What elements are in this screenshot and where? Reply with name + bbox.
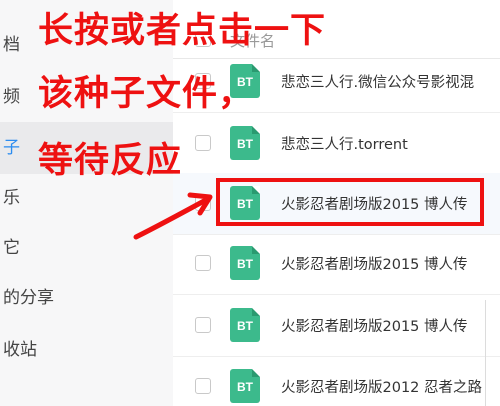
annotation-line-1: 长按或者点击一下 bbox=[38, 11, 327, 51]
bt-file-icon: BT bbox=[230, 126, 260, 160]
bt-file-icon: BT bbox=[230, 246, 260, 280]
sidebar-item-label: 的分享 bbox=[3, 288, 54, 308]
annotation-line-2: 该种子文件， bbox=[38, 74, 255, 114]
file-row[interactable]: BT 悲恋三人行.torrent bbox=[173, 113, 500, 175]
sidebar-item-label: 收站 bbox=[3, 340, 37, 360]
red-arrow-icon bbox=[133, 192, 213, 240]
annotation-line-3: 等待反应 bbox=[38, 141, 183, 181]
file-name[interactable]: 火影忍者剧场版2015 博人传 bbox=[281, 315, 468, 336]
sidebar-item-label: 档 bbox=[3, 35, 20, 55]
file-name[interactable]: 火影忍者剧场版2015 博人传 bbox=[281, 253, 468, 274]
row-checkbox[interactable] bbox=[195, 317, 211, 333]
sidebar-item-my-shares[interactable]: 的分享 bbox=[0, 272, 173, 324]
file-name[interactable]: 悲恋三人行.torrent bbox=[281, 133, 408, 154]
highlight-box bbox=[216, 178, 484, 226]
sidebar-item-label: 子 bbox=[3, 138, 20, 158]
sidebar-item-label: 乐 bbox=[3, 188, 20, 208]
sidebar-item-recycle-bin[interactable]: 收站 bbox=[0, 324, 173, 376]
file-name[interactable]: 火影忍者剧场版2012 忍者之路 bbox=[281, 376, 482, 397]
scrollbar-track[interactable] bbox=[485, 300, 486, 406]
file-row[interactable]: BT 火影忍者剧场版2015 博人传 bbox=[173, 295, 500, 357]
bt-file-icon: BT bbox=[230, 308, 260, 342]
row-checkbox[interactable] bbox=[195, 378, 211, 394]
row-checkbox[interactable] bbox=[195, 135, 211, 151]
sidebar-item-label: 频 bbox=[3, 87, 20, 107]
sidebar-item-label: 它 bbox=[3, 238, 20, 258]
row-checkbox[interactable] bbox=[195, 255, 211, 271]
file-row[interactable]: BT 火影忍者剧场版2012 忍者之路 bbox=[173, 356, 500, 406]
file-name[interactable]: 悲恋三人行.微信公众号影视混 bbox=[281, 71, 474, 92]
screenshot: 档 频 子 乐 它 的分享 收站 文件名 BT 悲恋三人行.微信公众号影视混 B… bbox=[0, 0, 500, 406]
bt-file-icon: BT bbox=[230, 369, 260, 403]
file-row[interactable]: BT 火影忍者剧场版2015 博人传 bbox=[173, 233, 500, 295]
